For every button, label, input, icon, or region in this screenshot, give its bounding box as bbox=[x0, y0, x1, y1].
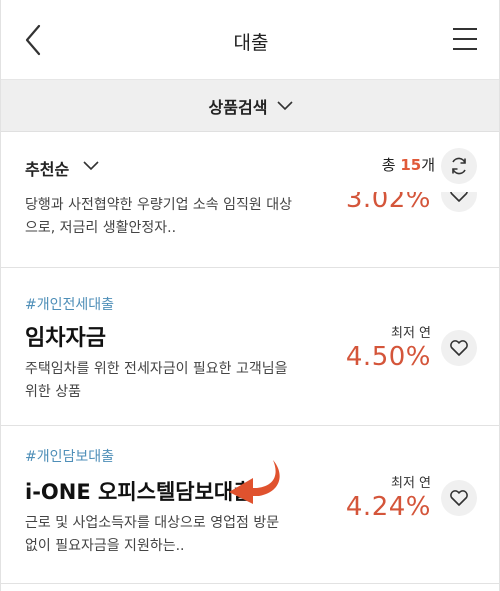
page-title: 대출 bbox=[233, 32, 269, 54]
product-tag: #개인담보대출 bbox=[25, 449, 115, 465]
total-count: 총 15개 bbox=[382, 154, 435, 175]
product-description-line: 없이 필요자금을 지원하는.. bbox=[25, 538, 185, 554]
product-description: 주택임차를 위한 전세자금이 필요한 고객님을 위한 상품 bbox=[25, 358, 315, 404]
chevron-down-icon bbox=[277, 100, 294, 110]
favorite-button[interactable] bbox=[441, 192, 477, 212]
product-card[interactable]: 당행과 사전협약한 우량기업 소속 임직원 대상 으로, 저금리 생활안정자..… bbox=[1, 192, 499, 268]
refresh-icon bbox=[452, 157, 466, 175]
product-description-line: 주택임차를 위한 전세자금이 필요한 고객님을 bbox=[25, 361, 288, 377]
sort-dropdown[interactable]: 추천순 bbox=[25, 156, 69, 180]
hamburger-menu-icon bbox=[453, 28, 477, 50]
total-prefix: 총 bbox=[381, 156, 401, 174]
menu-button[interactable] bbox=[451, 24, 479, 54]
product-description: 근로 및 사업소득자를 대상으로 영업점 방문 없이 필요자금을 지원하는.. bbox=[25, 512, 315, 558]
product-card[interactable]: #개인전세대출 임차자금 주택임차를 위한 전세자금이 필요한 고객님을 위한 … bbox=[1, 268, 499, 426]
product-description-line: 으로, 저금리 생활안정자.. bbox=[25, 220, 177, 236]
product-list: 당행과 사전협약한 우량기업 소속 임직원 대상 으로, 저금리 생활안정자..… bbox=[1, 192, 499, 591]
product-rate: 3.02% bbox=[345, 192, 431, 214]
refresh-button[interactable] bbox=[441, 148, 477, 184]
app-frame: 대출 상품검색 추천순 총 15개 당행과 사전협약한 우량기업 소속 임직원 … bbox=[0, 0, 500, 591]
heart-icon bbox=[450, 192, 468, 202]
product-name: i-ONE 오피스텔담보대출 bbox=[25, 480, 253, 504]
heart-icon bbox=[450, 340, 468, 356]
product-description-line: 당행과 사전협약한 우량기업 소속 임직원 대상 bbox=[25, 197, 292, 213]
top-app-bar: 대출 bbox=[1, 0, 499, 80]
favorite-button[interactable] bbox=[441, 330, 477, 366]
annotation-arrow-icon bbox=[229, 460, 280, 504]
total-count-number: 15 bbox=[400, 156, 422, 174]
product-description-line: 근로 및 사업소득자를 대상으로 영업점 방문 bbox=[25, 515, 280, 531]
rate-label: 최저 연 bbox=[390, 326, 431, 341]
product-rate: 4.24% bbox=[345, 492, 431, 522]
product-tag: #개인전세대출 bbox=[25, 297, 115, 313]
product-search-toggle[interactable]: 상품검색 bbox=[1, 80, 499, 132]
favorite-button[interactable] bbox=[441, 480, 477, 516]
product-card[interactable] bbox=[1, 584, 499, 591]
heart-icon bbox=[450, 490, 468, 506]
product-search-label: 상품검색 bbox=[208, 97, 268, 117]
product-rate: 4.50% bbox=[345, 342, 431, 372]
total-suffix: 개 bbox=[421, 156, 435, 174]
sort-bar: 추천순 총 15개 bbox=[1, 132, 499, 192]
product-description-line: 위한 상품 bbox=[25, 384, 81, 400]
product-description: 당행과 사전협약한 우량기업 소속 임직원 대상 으로, 저금리 생활안정자.. bbox=[25, 194, 315, 240]
sort-chevron-down-icon[interactable] bbox=[83, 161, 99, 171]
rate-label: 최저 연 bbox=[390, 476, 431, 491]
product-name: 임차자금 bbox=[25, 326, 106, 351]
